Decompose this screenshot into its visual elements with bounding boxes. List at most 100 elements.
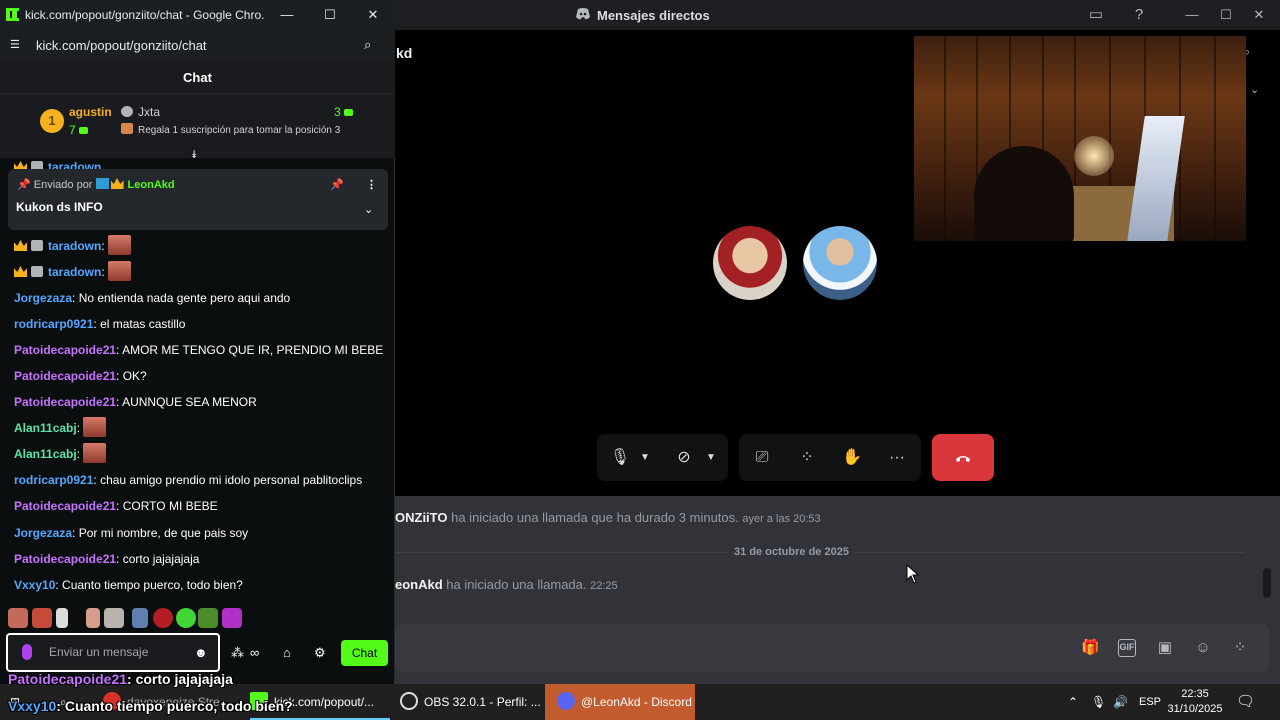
participant-avatar[interactable] [803, 226, 877, 300]
camera-off-icon[interactable]: ⊘ [669, 434, 699, 481]
pinned-sender: 📌 Enviado por LeonAkd [17, 178, 175, 191]
close-button[interactable]: ✕ [1249, 5, 1269, 25]
participant-avatar[interactable] [713, 226, 787, 300]
chat-line-partial: taradown [14, 160, 101, 169]
date-divider-label: 31 de octubre de 2025 [728, 546, 855, 558]
emoji-icon[interactable]: ☺ [1194, 639, 1212, 657]
chat-message: Jorgezaza: Por mi nombre, de que pais so… [14, 526, 249, 540]
notifications-icon[interactable]: 🗨 [1236, 684, 1255, 720]
chevron-down-icon[interactable]: ⌄ [364, 203, 373, 216]
minimize-button[interactable]: — [1182, 5, 1202, 25]
emote-icon[interactable] [198, 608, 218, 628]
taskbar-item-discord[interactable]: @LeonAkd - Discord [545, 684, 695, 720]
webcam-video-tile[interactable] [914, 36, 1246, 241]
chat-message: Patoidecapoide21: AUNNQUE SEA MENOR [14, 395, 257, 409]
close-button[interactable]: ✕ [363, 5, 383, 25]
chat-message: Patoidecapoide21: CORTO MI BEBE [14, 499, 218, 513]
soundboard-icon[interactable]: ✋ [837, 434, 867, 481]
leaderboard-cta[interactable]: Regala 1 suscripción para tomar la posic… [121, 123, 340, 136]
chat-message: taradown: [14, 261, 132, 281]
gear-icon[interactable]: ⚙ [314, 645, 326, 661]
maximize-button[interactable]: ☐ [320, 5, 340, 25]
chat-header-title: Chat [183, 70, 212, 85]
chevron-down-icon[interactable]: ▼ [637, 434, 653, 481]
chat-message: Alan11cabj: [14, 443, 107, 463]
more-options-icon[interactable]: ··· [882, 434, 912, 481]
scrollbar[interactable] [1263, 568, 1271, 598]
microphone-tray-icon[interactable]: 🎙 [1091, 684, 1106, 720]
chat-message: rodricarp0921: el matas castillo [14, 317, 186, 331]
gif-icon[interactable]: GIF [1118, 639, 1136, 657]
rank-medal-icon: 1 [40, 109, 64, 133]
chat-message: rodricarp0921: chau amigo prendio mi ido… [14, 473, 363, 487]
message-composer[interactable] [395, 624, 1270, 672]
system-clock[interactable]: 22:35 31/10/2025 [1165, 687, 1225, 717]
emote-icon[interactable] [56, 608, 68, 628]
zoom-icon[interactable]: ⌕ [364, 37, 371, 53]
mouse-cursor-icon [906, 564, 920, 584]
kick-logo-icon [6, 8, 19, 21]
emote-icon[interactable] [153, 608, 173, 628]
chat-emote [108, 235, 132, 255]
minimize-button[interactable]: — [277, 5, 297, 25]
chat-message: Patoidecapoide21: AMOR ME TENGO QUE IR, … [14, 343, 384, 357]
infinity-icon[interactable]: ∞ [250, 645, 259, 660]
discord-icon [576, 8, 590, 20]
overlay-chat-line: Vxxy10: Cuanto tiempo puerco, todo bien? [8, 698, 293, 714]
emote-icon[interactable] [32, 608, 52, 628]
call-log-entry: eonAkd ha iniciado una llamada. 22:25 [395, 577, 618, 592]
gift-icon[interactable]: 🎁 [1081, 639, 1100, 657]
chat-message: Patoidecapoide21: corto jajajajaja [14, 552, 200, 566]
sticker-icon[interactable]: ▣ [1156, 639, 1174, 657]
leaderboard-third-count: 3 [334, 105, 353, 119]
emote-quick-bar [8, 608, 248, 630]
inbox-icon[interactable]: ▭ [1087, 6, 1105, 24]
scroll-down-icon[interactable]: ⯯ [191, 149, 198, 162]
emote-icon[interactable] [176, 608, 196, 628]
maximize-button[interactable]: ☐ [1216, 5, 1236, 25]
chat-emote [108, 261, 132, 281]
chat-message: Patoidecapoide21: OK? [14, 369, 147, 383]
help-icon[interactable]: ? [1130, 6, 1148, 24]
microphone-icon[interactable] [22, 644, 32, 660]
leaderboard-first-user[interactable]: agustin [69, 105, 112, 119]
tray-overflow-icon[interactable]: ⌃ [1068, 684, 1078, 720]
chat-emote [83, 417, 107, 437]
language-indicator[interactable]: ESP [1139, 684, 1161, 720]
emote-icon[interactable] [8, 608, 28, 628]
emoji-icon[interactable]: ☻ [194, 645, 208, 660]
url-text[interactable]: kick.com/popout/gonziito/chat [36, 38, 207, 53]
chat-input-placeholder[interactable]: Enviar un mensaje [49, 645, 148, 659]
apps-icon[interactable]: ⁘ [1231, 639, 1249, 657]
send-chat-button[interactable]: Chat [341, 640, 388, 666]
audio-video-controls: 🎙 ▼ ⊘ ▼ [597, 434, 728, 481]
pinned-message-text: Kukon ds INFO [16, 200, 103, 214]
overlay-chat-line: Patoidecapoide21: corto jajajajaja [8, 671, 233, 687]
emote-icon[interactable] [132, 608, 148, 628]
emote-icon[interactable] [86, 608, 100, 628]
chat-message: Vxxy10: Cuanto tiempo puerco, todo bien? [14, 578, 243, 592]
gift-sub-icon[interactable]: ⁂ [231, 645, 244, 661]
more-options-icon[interactable]: ⋮ [366, 178, 377, 191]
pin-icon: 📌 [17, 179, 31, 191]
store-icon[interactable]: ⌂ [283, 645, 291, 660]
screen-share-icon[interactable]: ⎚ [747, 434, 777, 481]
discord-window-title: Mensajes directos [597, 8, 710, 23]
volume-icon[interactable]: 🔊 [1113, 684, 1128, 720]
microphone-icon[interactable]: 🎙 [605, 434, 635, 481]
chat-message: taradown: [14, 235, 132, 255]
emote-icon[interactable] [104, 608, 124, 628]
emote-icon[interactable] [222, 608, 242, 628]
chrome-popup-window: kick.com/popout/gonziito/chat - Google C… [0, 0, 395, 688]
call-log-entry: ONZiiTO ha iniciado una llamada que ha d… [395, 510, 821, 525]
chevron-down-icon[interactable]: ⌄ [1250, 83, 1259, 96]
taskbar-item-obs[interactable]: OBS 32.0.1 - Perfil: ... [400, 684, 541, 720]
unpin-icon[interactable]: 📌 [330, 178, 344, 191]
activities-icon[interactable]: ⁘ [792, 434, 822, 481]
site-settings-icon[interactable]: ☰ [10, 38, 20, 51]
leaderboard-second-user[interactable]: Jxta [121, 105, 160, 119]
hang-up-button[interactable] [932, 434, 994, 481]
chevron-down-icon[interactable]: ▼ [703, 434, 719, 481]
chrome-window-title: kick.com/popout/gonziito/chat - Google C… [25, 8, 265, 22]
dm-recipient-name: kd [396, 45, 413, 61]
